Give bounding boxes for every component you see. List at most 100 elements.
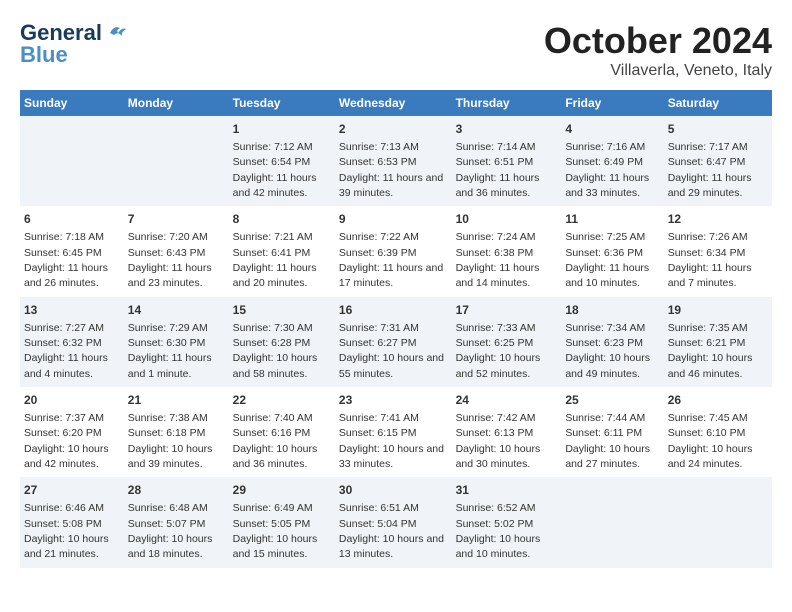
calendar-cell: 11 Sunrise: 7:25 AM Sunset: 6:36 PM Dayli… xyxy=(561,206,663,296)
logo-blue: Blue xyxy=(20,42,68,68)
calendar-week-row: 27 Sunrise: 6:46 AM Sunset: 5:08 PM Dayli… xyxy=(20,477,772,567)
calendar-cell: 27 Sunrise: 6:46 AM Sunset: 5:08 PM Dayli… xyxy=(20,477,124,567)
calendar-cell: 24 Sunrise: 7:42 AM Sunset: 6:13 PM Dayli… xyxy=(452,387,562,477)
month-title: October 2024 xyxy=(544,20,772,62)
day-number: 28 xyxy=(128,482,225,499)
calendar-cell: 22Sunrise: 7:40 AM Sunset: 6:16 PM Dayli… xyxy=(229,387,335,477)
calendar-cell: 6Sunrise: 7:18 AM Sunset: 6:45 PM Daylig… xyxy=(20,206,124,296)
calendar-cell: 30Sunrise: 6:51 AM Sunset: 5:04 PM Dayli… xyxy=(335,477,452,567)
title-block: October 2024 Villaverla, Veneto, Italy xyxy=(544,20,772,80)
calendar-cell: 16 Sunrise: 7:31 AM Sunset: 6:27 PM Dayli… xyxy=(335,297,452,387)
day-info: Sunrise: 7:20 AM Sunset: 6:43 PM Dayligh… xyxy=(128,231,212,289)
day-info: Sunrise: 7:29 AM Sunset: 6:30 PM Dayligh… xyxy=(128,322,212,380)
day-number: 24 xyxy=(456,392,558,409)
calendar-cell: 2 Sunrise: 7:13 AM Sunset: 6:53 PM Daylig… xyxy=(335,116,452,206)
day-number: 19 xyxy=(668,302,768,319)
weekday-header-sunday: Sunday xyxy=(20,90,124,116)
day-number: 17 xyxy=(456,302,558,319)
calendar-cell: 31 Sunrise: 6:52 AM Sunset: 5:02 PM Dayli… xyxy=(452,477,562,567)
day-info: Sunrise: 7:21 AM Sunset: 6:41 PM Dayligh… xyxy=(233,231,317,289)
day-info: Sunrise: 7:37 AM Sunset: 6:20 PM Dayligh… xyxy=(24,412,109,470)
day-number: 13 xyxy=(24,302,120,319)
page-header: General Blue October 2024 Villaverla, Ve… xyxy=(20,20,772,80)
weekday-header-monday: Monday xyxy=(124,90,229,116)
day-info: Sunrise: 6:46 AM Sunset: 5:08 PM Dayligh… xyxy=(24,502,109,560)
calendar-cell: 1Sunrise: 7:12 AM Sunset: 6:54 PM Daylig… xyxy=(229,116,335,206)
day-number: 31 xyxy=(456,482,558,499)
day-info: Sunrise: 7:33 AM Sunset: 6:25 PM Dayligh… xyxy=(456,322,541,380)
day-info: Sunrise: 7:25 AM Sunset: 6:36 PM Dayligh… xyxy=(565,231,649,289)
calendar-cell: 9 Sunrise: 7:22 AM Sunset: 6:39 PM Daylig… xyxy=(335,206,452,296)
calendar-cell: 23 Sunrise: 7:41 AM Sunset: 6:15 PM Dayli… xyxy=(335,387,452,477)
calendar-cell xyxy=(664,477,772,567)
calendar-cell xyxy=(20,116,124,206)
day-info: Sunrise: 7:45 AM Sunset: 6:10 PM Dayligh… xyxy=(668,412,753,470)
day-number: 4 xyxy=(565,121,659,138)
day-number: 23 xyxy=(339,392,448,409)
day-info: Sunrise: 7:17 AM Sunset: 6:47 PM Dayligh… xyxy=(668,141,752,199)
day-number: 7 xyxy=(128,211,225,228)
weekday-header-saturday: Saturday xyxy=(664,90,772,116)
calendar-week-row: 13 Sunrise: 7:27 AM Sunset: 6:32 PM Dayli… xyxy=(20,297,772,387)
day-number: 21 xyxy=(128,392,225,409)
day-info: Sunrise: 7:27 AM Sunset: 6:32 PM Dayligh… xyxy=(24,322,108,380)
day-info: Sunrise: 7:14 AM Sunset: 6:51 PM Dayligh… xyxy=(456,141,540,199)
day-number: 8 xyxy=(233,211,331,228)
day-info: Sunrise: 6:51 AM Sunset: 5:04 PM Dayligh… xyxy=(339,502,444,560)
calendar-cell: 8 Sunrise: 7:21 AM Sunset: 6:41 PM Daylig… xyxy=(229,206,335,296)
day-number: 12 xyxy=(668,211,768,228)
day-number: 27 xyxy=(24,482,120,499)
day-number: 2 xyxy=(339,121,448,138)
calendar-cell: 3Sunrise: 7:14 AM Sunset: 6:51 PM Daylig… xyxy=(452,116,562,206)
day-info: Sunrise: 7:40 AM Sunset: 6:16 PM Dayligh… xyxy=(233,412,318,470)
calendar-cell: 12 Sunrise: 7:26 AM Sunset: 6:34 PM Dayli… xyxy=(664,206,772,296)
calendar-cell: 7 Sunrise: 7:20 AM Sunset: 6:43 PM Daylig… xyxy=(124,206,229,296)
day-info: Sunrise: 7:22 AM Sunset: 6:39 PM Dayligh… xyxy=(339,231,443,289)
day-number: 14 xyxy=(128,302,225,319)
day-number: 16 xyxy=(339,302,448,319)
day-number: 9 xyxy=(339,211,448,228)
calendar-cell: 29 Sunrise: 6:49 AM Sunset: 5:05 PM Dayli… xyxy=(229,477,335,567)
weekday-header-tuesday: Tuesday xyxy=(229,90,335,116)
weekday-header-thursday: Thursday xyxy=(452,90,562,116)
calendar-week-row: 6Sunrise: 7:18 AM Sunset: 6:45 PM Daylig… xyxy=(20,206,772,296)
day-number: 11 xyxy=(565,211,659,228)
day-info: Sunrise: 7:26 AM Sunset: 6:34 PM Dayligh… xyxy=(668,231,752,289)
day-info: Sunrise: 7:44 AM Sunset: 6:11 PM Dayligh… xyxy=(565,412,650,470)
calendar-cell: 4 Sunrise: 7:16 AM Sunset: 6:49 PM Daylig… xyxy=(561,116,663,206)
day-info: Sunrise: 6:49 AM Sunset: 5:05 PM Dayligh… xyxy=(233,502,318,560)
day-number: 15 xyxy=(233,302,331,319)
calendar-header-row: SundayMondayTuesdayWednesdayThursdayFrid… xyxy=(20,90,772,116)
day-info: Sunrise: 7:13 AM Sunset: 6:53 PM Dayligh… xyxy=(339,141,443,199)
weekday-header-wednesday: Wednesday xyxy=(335,90,452,116)
calendar-cell xyxy=(561,477,663,567)
day-info: Sunrise: 7:35 AM Sunset: 6:21 PM Dayligh… xyxy=(668,322,753,380)
day-info: Sunrise: 7:31 AM Sunset: 6:27 PM Dayligh… xyxy=(339,322,444,380)
calendar-cell: 13 Sunrise: 7:27 AM Sunset: 6:32 PM Dayli… xyxy=(20,297,124,387)
day-info: Sunrise: 7:24 AM Sunset: 6:38 PM Dayligh… xyxy=(456,231,540,289)
calendar-cell: 26 Sunrise: 7:45 AM Sunset: 6:10 PM Dayli… xyxy=(664,387,772,477)
logo-bird-icon xyxy=(106,23,128,43)
calendar-cell: 18Sunrise: 7:34 AM Sunset: 6:23 PM Dayli… xyxy=(561,297,663,387)
day-info: Sunrise: 7:30 AM Sunset: 6:28 PM Dayligh… xyxy=(233,322,318,380)
calendar-cell: 20 Sunrise: 7:37 AM Sunset: 6:20 PM Dayli… xyxy=(20,387,124,477)
day-number: 20 xyxy=(24,392,120,409)
calendar-cell: 25Sunrise: 7:44 AM Sunset: 6:11 PM Dayli… xyxy=(561,387,663,477)
calendar-cell: 19 Sunrise: 7:35 AM Sunset: 6:21 PM Dayli… xyxy=(664,297,772,387)
logo: General Blue xyxy=(20,20,128,68)
day-info: Sunrise: 7:16 AM Sunset: 6:49 PM Dayligh… xyxy=(565,141,649,199)
day-number: 18 xyxy=(565,302,659,319)
calendar-cell: 10Sunrise: 7:24 AM Sunset: 6:38 PM Dayli… xyxy=(452,206,562,296)
calendar-cell: 15 Sunrise: 7:30 AM Sunset: 6:28 PM Dayli… xyxy=(229,297,335,387)
calendar-cell: 5Sunrise: 7:17 AM Sunset: 6:47 PM Daylig… xyxy=(664,116,772,206)
day-info: Sunrise: 6:52 AM Sunset: 5:02 PM Dayligh… xyxy=(456,502,541,560)
day-number: 29 xyxy=(233,482,331,499)
day-info: Sunrise: 7:41 AM Sunset: 6:15 PM Dayligh… xyxy=(339,412,444,470)
calendar-table: SundayMondayTuesdayWednesdayThursdayFrid… xyxy=(20,90,772,568)
day-info: Sunrise: 7:12 AM Sunset: 6:54 PM Dayligh… xyxy=(233,141,317,199)
location-title: Villaverla, Veneto, Italy xyxy=(544,62,772,80)
day-number: 26 xyxy=(668,392,768,409)
weekday-header-friday: Friday xyxy=(561,90,663,116)
calendar-cell: 21Sunrise: 7:38 AM Sunset: 6:18 PM Dayli… xyxy=(124,387,229,477)
day-info: Sunrise: 7:42 AM Sunset: 6:13 PM Dayligh… xyxy=(456,412,541,470)
